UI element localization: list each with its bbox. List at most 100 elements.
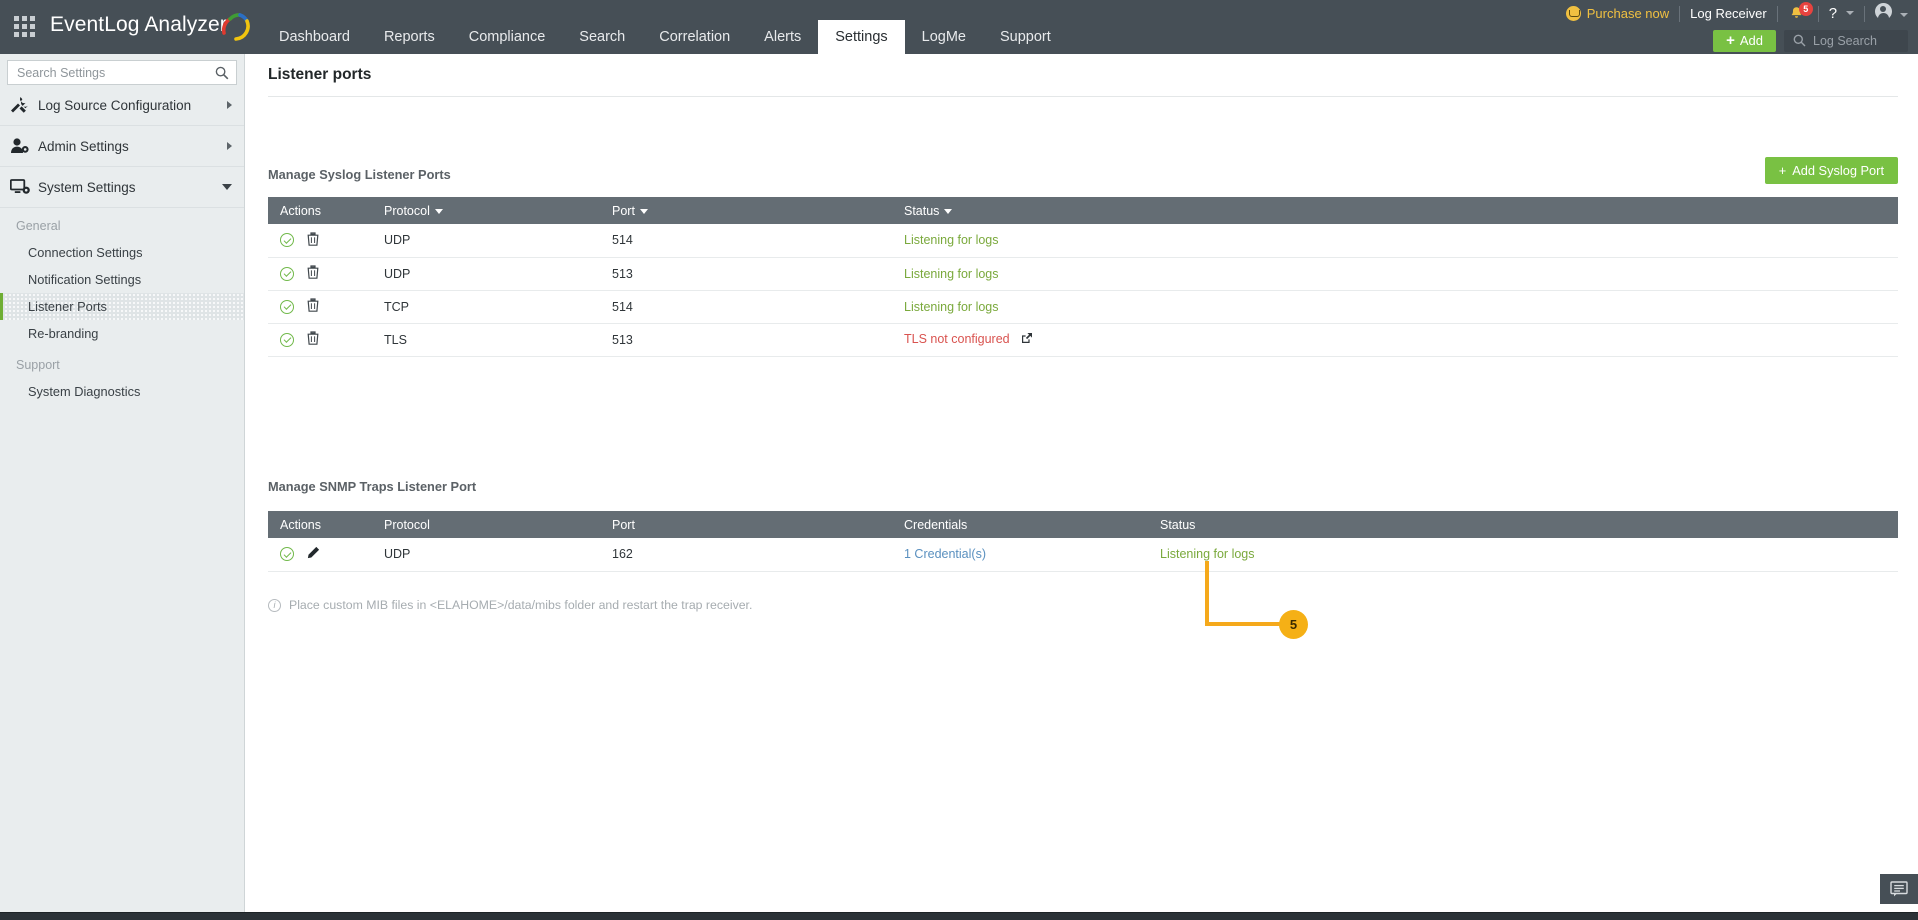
syslog-ports-table: Actions Protocol Port Status UDP 514 <box>268 197 1898 357</box>
chevron-right-icon <box>227 142 232 150</box>
top-actions-row: + Add Log Search <box>1713 27 1908 54</box>
add-button-label: Add <box>1740 33 1763 48</box>
log-search-input[interactable]: Log Search <box>1784 30 1908 52</box>
divider <box>1777 6 1778 22</box>
search-settings-input[interactable] <box>15 65 215 81</box>
delete-icon[interactable] <box>307 298 319 315</box>
delete-icon[interactable] <box>307 331 319 348</box>
add-syslog-port-button[interactable]: + Add Syslog Port <box>1765 157 1898 184</box>
sidebar-group-admin-settings[interactable]: Admin Settings <box>0 126 244 167</box>
settings-sidebar: Log Source Configuration Admin Settings … <box>0 54 245 912</box>
cell-protocol: UDP <box>372 224 600 257</box>
cell-port: 513 <box>600 323 892 356</box>
notification-badge: 5 <box>1799 2 1813 16</box>
chat-support-button[interactable] <box>1880 874 1918 904</box>
table-row: TCP 514 Listening for logs <box>268 290 1898 323</box>
cell-protocol: UDP <box>372 257 600 290</box>
snmp-ports-table: Actions Protocol Port Credentials Status… <box>268 511 1898 572</box>
tab-correlation[interactable]: Correlation <box>642 20 747 54</box>
cell-status: Listening for logs <box>892 290 1898 323</box>
top-bar: EventLog Analyzer Dashboard Reports Comp… <box>0 0 1918 54</box>
help-menu[interactable]: ? <box>1829 5 1854 23</box>
notifications-bell-icon[interactable]: 5 <box>1788 5 1808 23</box>
enable-toggle-icon[interactable] <box>280 547 294 561</box>
column-header-port[interactable]: Port <box>600 197 892 224</box>
column-header-protocol[interactable]: Protocol <box>372 197 600 224</box>
enable-toggle-icon[interactable] <box>280 267 294 281</box>
column-header-actions: Actions <box>268 197 372 224</box>
divider <box>1864 6 1865 22</box>
delete-icon[interactable] <box>307 265 319 282</box>
sidebar-item-connection-settings[interactable]: Connection Settings <box>0 239 244 266</box>
app-grid-icon[interactable] <box>10 12 38 40</box>
plus-icon: + <box>1779 163 1786 178</box>
cell-port: 514 <box>600 224 892 257</box>
snmp-section-label: Manage SNMP Traps Listener Port <box>268 479 476 494</box>
mib-note-text: Place custom MIB files in <ELAHOME>/data… <box>289 598 752 612</box>
cell-status: Listening for logs <box>1148 538 1898 571</box>
credentials-link[interactable]: 1 Credential(s) <box>904 547 986 561</box>
sidebar-group-label: Admin Settings <box>38 139 227 154</box>
tools-icon <box>10 96 38 114</box>
cell-port: 162 <box>600 538 892 571</box>
cell-status: Listening for logs <box>892 257 1898 290</box>
sort-caret-icon <box>640 209 648 214</box>
log-receiver-link[interactable]: Log Receiver <box>1690 6 1767 21</box>
tab-reports[interactable]: Reports <box>367 20 452 54</box>
cell-credentials: 1 Credential(s) <box>892 538 1148 571</box>
cell-protocol: TCP <box>372 290 600 323</box>
cell-port: 513 <box>600 257 892 290</box>
cell-actions <box>268 257 372 290</box>
purchase-now-label: Purchase now <box>1587 6 1669 21</box>
external-link-icon[interactable] <box>1021 333 1033 347</box>
column-header-actions: Actions <box>268 511 372 538</box>
column-header-status: Status <box>1148 511 1898 538</box>
enable-toggle-icon[interactable] <box>280 333 294 347</box>
sidebar-section-support: Support <box>0 347 244 378</box>
sidebar-item-re-branding[interactable]: Re-branding <box>0 320 244 347</box>
tab-logme[interactable]: LogMe <box>905 20 983 54</box>
user-gear-icon <box>10 137 38 155</box>
chevron-down-icon <box>222 184 232 190</box>
edit-pencil-icon[interactable] <box>307 546 320 562</box>
sort-caret-icon <box>435 209 443 214</box>
column-header-protocol: Protocol <box>372 511 600 538</box>
tab-dashboard[interactable]: Dashboard <box>262 20 367 54</box>
tab-compliance[interactable]: Compliance <box>452 20 563 54</box>
brand-name: EventLog Analyzer <box>50 13 227 37</box>
sidebar-item-listener-ports[interactable]: Listener Ports <box>0 293 244 320</box>
sidebar-group-log-source-configuration[interactable]: Log Source Configuration <box>0 85 244 126</box>
tab-search[interactable]: Search <box>562 20 642 54</box>
tab-support[interactable]: Support <box>983 20 1068 54</box>
callout-step-badge: 5 <box>1279 610 1308 639</box>
sidebar-group-system-settings[interactable]: System Settings <box>0 167 244 208</box>
brand-logo[interactable]: EventLog Analyzer <box>50 8 251 42</box>
syslog-section-label: Manage Syslog Listener Ports <box>268 167 451 182</box>
chat-icon <box>1890 881 1908 897</box>
callout-connector-vertical <box>1205 561 1209 626</box>
syslog-table-body: UDP 514 Listening for logs UDP 513 Liste… <box>268 224 1898 356</box>
sidebar-item-notification-settings[interactable]: Notification Settings <box>0 266 244 293</box>
cell-actions <box>268 290 372 323</box>
chevron-down-icon <box>1846 11 1854 15</box>
snmp-table-body: UDP 162 1 Credential(s) Listening for lo… <box>268 538 1898 571</box>
add-button[interactable]: + Add <box>1713 30 1776 52</box>
user-menu[interactable] <box>1875 3 1908 25</box>
tab-settings[interactable]: Settings <box>818 20 904 54</box>
enable-toggle-icon[interactable] <box>280 233 294 247</box>
chevron-down-icon <box>1900 13 1908 17</box>
chevron-right-icon <box>227 101 232 109</box>
sidebar-section-general: General <box>0 208 244 239</box>
cell-status: Listening for logs <box>892 224 1898 257</box>
tab-alerts[interactable]: Alerts <box>747 20 818 54</box>
enable-toggle-icon[interactable] <box>280 300 294 314</box>
table-header-row: Actions Protocol Port Status <box>268 197 1898 224</box>
table-row: UDP 513 Listening for logs <box>268 257 1898 290</box>
delete-icon[interactable] <box>307 232 319 249</box>
purchase-now-button[interactable]: Purchase now <box>1566 6 1669 21</box>
column-header-status[interactable]: Status <box>892 197 1898 224</box>
table-row: UDP 162 1 Credential(s) Listening for lo… <box>268 538 1898 571</box>
sidebar-item-system-diagnostics[interactable]: System Diagnostics <box>0 378 244 405</box>
search-settings-box[interactable] <box>7 60 237 85</box>
page-title: Listener ports <box>268 66 371 84</box>
